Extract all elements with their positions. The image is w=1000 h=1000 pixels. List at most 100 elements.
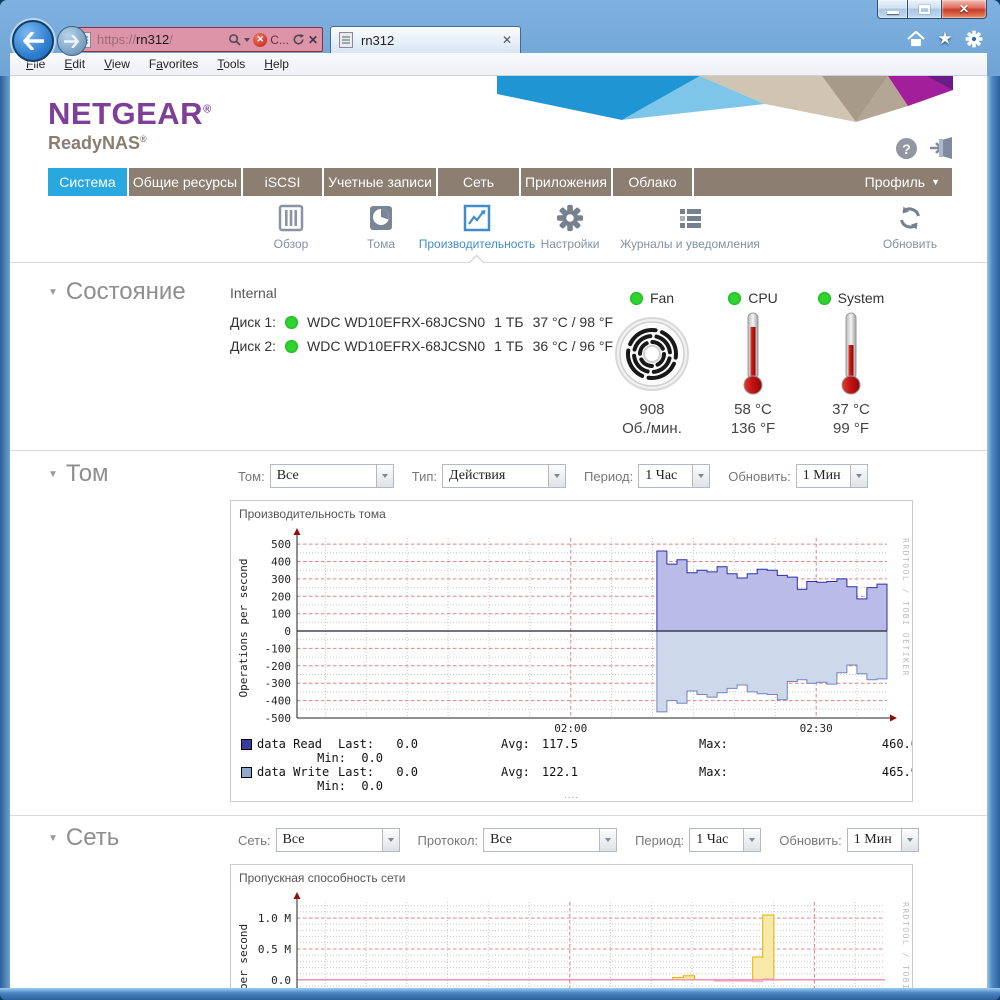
status-ok-icon [728,291,742,305]
chart-title: Пропускная способность сети [239,871,406,885]
browser-window: ✕ https://rn312/ ✕ C... ✕ rn312 ✕ ★ File… [0,0,1000,1000]
tab-iscsi[interactable]: iSCSI [243,168,322,196]
thermometer-icon [841,312,861,395]
disk-group-label: Internal [230,285,277,301]
section-volume-title[interactable]: ▼ Том [48,460,109,488]
svg-text:300: 300 [271,573,291,586]
svg-text:-500: -500 [265,712,292,725]
section-status-title[interactable]: ▼ Состояние [48,278,186,306]
home-button[interactable] [906,29,926,49]
menu-favorites[interactable]: Favorites [149,57,198,71]
address-bar[interactable]: https://rn312/ ✕ C... ✕ [70,27,323,52]
disk-status-block: Internal Диск 1: WDC WD10EFRX-68JCSN0 1 Т… [230,285,613,354]
window-titlebar[interactable]: ✕ [0,0,1000,25]
svg-text:1.0 M: 1.0 M [258,912,291,925]
chevron-down-icon [849,465,867,487]
refresh-select[interactable]: 1 Мин [795,464,868,488]
disk-ok-icon [285,339,298,353]
window-minimize-button[interactable] [877,0,908,19]
browser-back-button[interactable] [12,20,54,62]
tab-shares[interactable]: Общие ресурсы [129,168,241,196]
tab-favicon [339,32,353,48]
network-chart: Пропускная способность сети 1.0 M 0.5 M 0.… [230,864,913,988]
period-select[interactable]: 1 Час [638,464,711,488]
collapse-caret-icon: ▼ [48,286,58,298]
volumes-icon [370,206,392,230]
maximize-icon [919,4,930,14]
svg-text:0.5 M: 0.5 M [258,943,291,956]
tab-close-icon[interactable]: ✕ [502,33,512,47]
status-ok-icon [817,291,831,305]
address-path: / [169,32,173,47]
tab-cloud[interactable]: Облако [613,168,692,196]
legend-swatch-write [241,767,252,778]
volume-chart: Производительность тома 500 400 300 200 100 0… [230,500,913,802]
readynas-page: NETGEAR® ReadyNAS® ? Система Общие ресур… [10,76,987,988]
star-icon: ★ [937,29,953,48]
header-banner-graphic [497,76,953,122]
divider [10,262,987,263]
menu-view[interactable]: View [104,57,130,71]
readynas-logo: ReadyNAS® [48,133,147,153]
subnav-logs[interactable]: Журналы и уведомления [595,204,785,251]
chevron-down-icon [900,829,918,851]
period-select[interactable]: 1 Час [689,828,762,852]
help-button[interactable]: ? [896,138,917,159]
network-select[interactable]: Все [275,828,400,852]
subnav-refresh[interactable]: Обновить [865,204,955,251]
divider [10,815,987,816]
svg-text:100: 100 [271,608,291,621]
svg-text:02:30: 02:30 [800,722,833,735]
chart-title: Производительность тома [239,507,386,521]
certificate-error-icon[interactable]: ✕ [253,32,268,47]
logs-icon [680,209,701,228]
certificate-error-text[interactable]: C... [270,33,289,47]
gear-icon [965,30,983,48]
menu-tools[interactable]: Tools [217,57,245,71]
search-icon[interactable] [228,33,241,46]
logout-button[interactable] [928,136,954,165]
protocol-select[interactable]: Все [483,828,618,852]
chevron-down-icon [548,465,566,487]
section-network-title[interactable]: ▼ Сеть [48,824,119,852]
svg-text:200: 200 [271,590,291,603]
chevron-down-icon [375,465,393,487]
stop-icon[interactable]: ✕ [308,33,318,47]
browser-forward-button[interactable] [57,26,87,56]
type-select[interactable]: Действия [442,464,567,488]
menu-edit[interactable]: Edit [64,57,85,71]
svg-text:0: 0 [284,625,291,638]
subnav-pointer [468,254,485,271]
search-dropdown-caret-icon[interactable] [244,37,251,42]
menu-bar: File Edit View Favorites Tools Help [10,53,987,76]
profile-menu[interactable]: Профиль ▼ [694,168,952,196]
subnav-overview[interactable]: Обзор [256,204,326,251]
tab-accounts[interactable]: Учетные записи [324,168,436,196]
svg-text:RRDTOOL / TOBI OETIKER: RRDTOOL / TOBI OETIKER [901,538,910,677]
refresh-select[interactable]: 1 Мин [846,828,919,852]
resize-handle[interactable]: .... [231,791,912,801]
favorites-button[interactable]: ★ [935,29,955,49]
svg-text:0.0: 0.0 [271,974,291,987]
forward-arrow-icon [64,34,80,48]
refresh-page-icon[interactable] [292,33,305,46]
minimize-icon [886,10,899,14]
window-maximize-button[interactable] [908,0,941,19]
svg-text:500: 500 [271,538,291,551]
window-close-button[interactable]: ✕ [941,0,987,19]
tab-network[interactable]: Сеть [438,168,519,196]
chevron-down-icon [692,465,710,487]
svg-text:02:00: 02:00 [554,722,587,735]
svg-text:-300: -300 [265,677,292,690]
svg-text:-200: -200 [265,660,292,673]
volume-select[interactable]: Все [269,464,394,488]
disk-row: Диск 1: WDC WD10EFRX-68JCSN0 1 ТБ 37 °C / … [230,314,614,330]
tools-button[interactable] [964,29,984,49]
tab-apps[interactable]: Приложения [521,168,611,196]
menu-help[interactable]: Help [264,57,289,71]
overview-icon [278,204,304,232]
tab-system[interactable]: Система [48,168,127,196]
address-protocol: https:// [97,32,137,47]
collapse-caret-icon: ▼ [48,468,58,480]
browser-tab[interactable]: rn312 ✕ [330,26,521,53]
